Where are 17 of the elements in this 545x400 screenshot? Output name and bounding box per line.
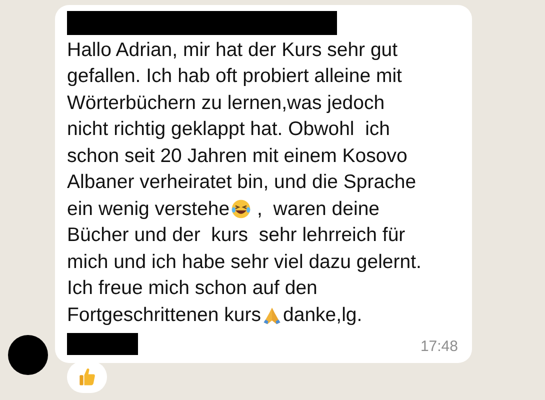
message-text: gefallen. Ich hab oft probiert alleine mit xyxy=(67,65,402,88)
redaction-bar xyxy=(67,332,138,354)
message-time: 17:48 xyxy=(420,338,458,354)
message-text: Fortgeschrittenen kurs xyxy=(67,304,262,327)
message-text: Bücher und der kurs sehr lehrreich für xyxy=(67,224,406,248)
message-text: Ich freue mich schon auf den xyxy=(67,277,318,300)
avatar[interactable] xyxy=(8,335,48,375)
message-text: Wörterbüchern zu lernen,was jedoch xyxy=(67,92,385,115)
laughing-emoji-icon xyxy=(230,198,252,220)
message-text: Albaner verheiratet bin, und die Sprache xyxy=(67,171,416,194)
message-text: , waren deine xyxy=(256,198,380,221)
message-text: schon seit 20 Jahren mit einem Kosovo xyxy=(67,144,408,168)
message-text: Hallo Adrian, mir hat der Kurs sehr gut xyxy=(67,38,398,62)
message-text: nicht richtig geklappt hat. Obwohl ich xyxy=(67,118,390,142)
message-text: ein wenig verstehe xyxy=(67,198,230,221)
message-text: mich und ich habe sehr viel dazu gelernt. xyxy=(67,250,422,274)
message-text: danke,lg. xyxy=(283,304,362,327)
